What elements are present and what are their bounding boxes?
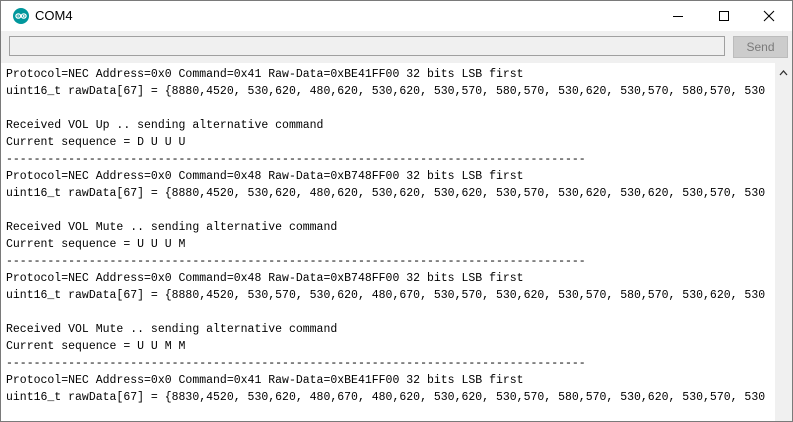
serial-output-area[interactable]: Protocol=NEC Address=0x0 Command=0x41 Ra… (1, 63, 775, 421)
output-line: ----------------------------------------… (6, 153, 586, 166)
close-button[interactable] (746, 1, 792, 31)
vertical-scrollbar[interactable] (775, 63, 792, 421)
minimize-icon (673, 16, 683, 17)
output-line: Protocol=NEC Address=0x0 Command=0x48 Ra… (6, 272, 524, 285)
output-line: uint16_t rawData[67] = {8880,4520, 530,6… (6, 85, 766, 98)
maximize-button[interactable] (701, 1, 747, 31)
window-title: COM4 (35, 8, 73, 23)
output-line: Current sequence = U U U M (6, 238, 186, 251)
chevron-up-icon[interactable] (775, 65, 792, 81)
output-line: Received VOL Mute .. sending alternative… (6, 323, 338, 336)
serial-monitor-window: COM4 Send Protocol=NEC Address=0x0 Comma… (0, 0, 793, 422)
output-line: Received VOL Mute .. sending alternative… (6, 221, 338, 234)
output-line: Protocol=NEC Address=0x0 Command=0x48 Ra… (6, 170, 524, 183)
send-button[interactable]: Send (733, 36, 788, 58)
title-bar[interactable]: COM4 (1, 1, 792, 31)
serial-input-field[interactable] (9, 36, 725, 56)
maximize-icon (719, 11, 729, 21)
output-line: ----------------------------------------… (6, 255, 586, 268)
output-line: uint16_t rawData[67] = {8880,4520, 530,6… (6, 187, 766, 200)
scrollbar-thumb[interactable] (779, 85, 788, 415)
output-line: ----------------------------------------… (6, 357, 586, 370)
arduino-logo-icon (13, 8, 29, 24)
minimize-button[interactable] (655, 1, 701, 31)
close-icon (763, 10, 775, 22)
send-toolbar: Send (1, 31, 792, 63)
output-line: uint16_t rawData[67] = {8880,4520, 530,5… (6, 289, 766, 302)
output-line: Received VOL Up .. sending alternative c… (6, 119, 324, 132)
output-line: uint16_t rawData[67] = {8830,4520, 530,6… (6, 391, 766, 404)
output-line: Current sequence = D U U U (6, 136, 186, 149)
output-line: Current sequence = U U M M (6, 340, 186, 353)
output-line: Protocol=NEC Address=0x0 Command=0x41 Ra… (6, 68, 524, 81)
output-line: Protocol=NEC Address=0x0 Command=0x41 Ra… (6, 374, 524, 387)
